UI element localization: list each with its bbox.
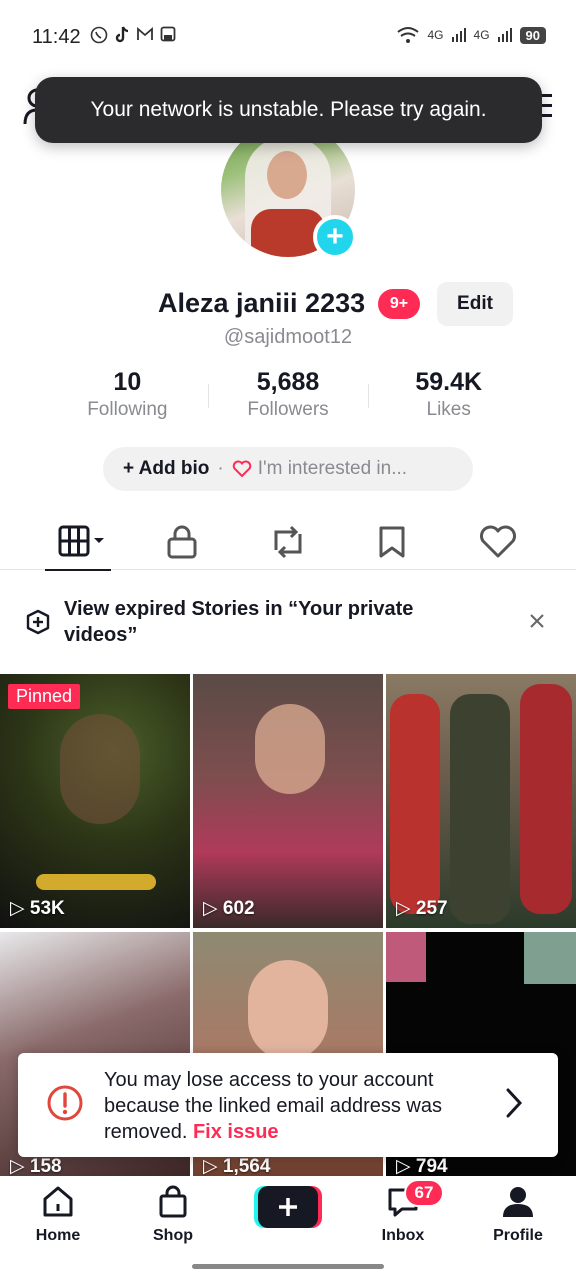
close-icon[interactable] <box>528 612 546 630</box>
expired-stories-banner[interactable]: View expired Stories in “Your private vi… <box>0 588 576 658</box>
home-indicator[interactable] <box>192 1264 384 1269</box>
network-indicator-1: 4G <box>427 28 444 42</box>
network-toast: Your network is unstable. Please try aga… <box>35 77 542 143</box>
view-count: ▷ 1,564 <box>203 1156 271 1177</box>
stat-label: Followers <box>247 399 329 420</box>
nav-shop[interactable]: Shop <box>123 1184 223 1245</box>
shopping-bag-icon <box>159 1185 187 1218</box>
stat-likes[interactable]: 59.4K Likes <box>368 368 529 428</box>
alert-icon <box>47 1085 83 1121</box>
notification-icons <box>90 26 176 44</box>
display-name: Aleza janiii 2233 <box>158 288 366 318</box>
warning-text: You may lose access to your account beca… <box>104 1069 442 1143</box>
stat-value: 59.4K <box>415 368 483 396</box>
toast-message: Your network is unstable. Please try aga… <box>90 98 487 121</box>
system-icons: 4G 4G 90 <box>396 26 546 44</box>
add-bio-button[interactable]: + Add bio · I'm interested in... <box>103 447 473 491</box>
nav-label: Profile <box>493 1227 543 1244</box>
create-button[interactable] <box>254 1186 322 1228</box>
account-warning-card[interactable]: You may lose access to your account beca… <box>18 1053 558 1157</box>
fix-issue-link[interactable]: Fix issue <box>193 1121 279 1143</box>
heart-icon <box>232 460 251 478</box>
video-thumbnail[interactable]: ▷ 257 <box>386 674 576 928</box>
view-count: ▷ 794 <box>396 1156 448 1177</box>
stat-value: 5,688 <box>256 368 320 396</box>
heart-icon <box>480 525 516 558</box>
gmail-icon <box>137 27 153 40</box>
stat-label: Following <box>87 399 168 420</box>
stat-followers[interactable]: 5,688 Followers <box>207 368 369 428</box>
profile-icon <box>503 1187 533 1217</box>
view-count: ▷ 257 <box>396 898 448 919</box>
network-indicator-2: 4G <box>473 28 490 42</box>
pinned-badge: Pinned <box>8 684 81 709</box>
nav-home[interactable]: Home <box>8 1184 108 1245</box>
edit-profile-button[interactable]: Edit <box>437 282 513 326</box>
stories-banner-text: View expired Stories in “Your private vi… <box>64 598 414 646</box>
battery-indicator: 90 <box>519 26 546 44</box>
tab-private[interactable] <box>160 520 204 564</box>
bio-separator: · <box>217 458 224 479</box>
notification-badge[interactable]: 9+ <box>378 289 420 319</box>
signal-icon <box>497 28 512 42</box>
lock-icon <box>167 525 197 559</box>
add-bio-label: + Add bio <box>123 458 210 479</box>
interest-label: I'm interested in... <box>257 458 408 479</box>
save-icon <box>160 26 176 42</box>
wifi-icon <box>396 27 419 43</box>
username: @sajidmoot12 <box>223 326 353 348</box>
nav-label: Home <box>35 1227 81 1244</box>
video-thumbnail[interactable]: Pinned ▷ 53K <box>0 674 190 928</box>
tab-reposts[interactable] <box>266 520 310 564</box>
nav-label: Inbox <box>381 1227 425 1244</box>
stat-value: 10 <box>113 368 142 396</box>
video-thumbnail[interactable]: ▷ 602 <box>193 674 383 928</box>
signal-icon <box>451 28 466 42</box>
tab-liked[interactable] <box>476 520 520 564</box>
status-time: 11:42 <box>32 26 81 48</box>
grid-icon <box>58 525 104 557</box>
view-count: ▷ 53K <box>10 898 65 919</box>
add-story-button[interactable]: + <box>313 215 357 259</box>
stat-label: Likes <box>426 399 471 420</box>
nav-label: Shop <box>153 1227 193 1244</box>
story-add-icon <box>26 609 50 635</box>
tab-videos[interactable] <box>45 520 111 571</box>
view-count: ▷ 602 <box>203 898 255 919</box>
chevron-right-icon[interactable] <box>504 1087 524 1119</box>
bookmark-icon <box>379 526 405 558</box>
view-count: ▷ 158 <box>10 1156 62 1177</box>
profile-tabs <box>0 510 576 571</box>
tab-favorites[interactable] <box>370 520 414 564</box>
nav-profile[interactable]: Profile <box>468 1184 568 1245</box>
whatsapp-icon <box>90 26 108 44</box>
inbox-badge: 67 <box>404 1179 444 1207</box>
home-icon <box>43 1186 73 1217</box>
status-bar: 11:42 4G 4G 90 <box>0 0 576 72</box>
stat-following[interactable]: 10 Following <box>47 368 208 428</box>
tiktok-icon <box>115 26 129 43</box>
profile-stats: 10 Following 5,688 Followers 59.4K Likes <box>47 368 529 428</box>
repost-icon <box>274 525 302 559</box>
